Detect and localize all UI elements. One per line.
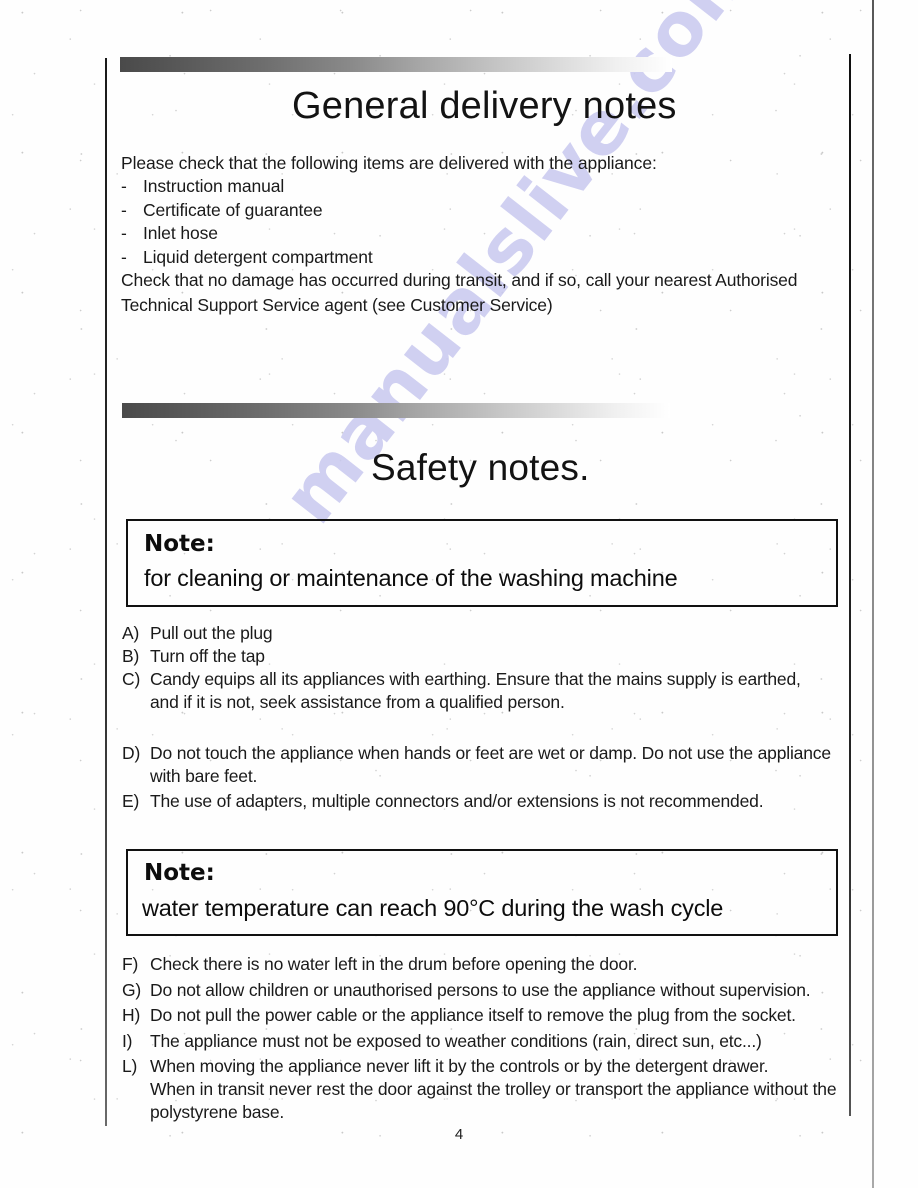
clause-text: Do not touch the appliance when hands or… (150, 742, 847, 788)
clause-text: Do not allow children or unauthorised pe… (150, 979, 811, 1000)
note-body-text: for cleaning or maintenance of the washi… (144, 565, 678, 591)
list-item-label: Instruction manual (143, 176, 285, 196)
clause-marker: D) (122, 743, 141, 763)
clause-text: Candy equips all its appliances with ear… (150, 668, 842, 714)
section-rule-safety (122, 403, 670, 418)
clause-text: Turn off the tap (150, 646, 265, 666)
clause-text: Pull out the plug (150, 623, 273, 643)
dash-bullet: - (121, 223, 127, 244)
list-item: - Certificate of guarantee (121, 199, 373, 223)
page-number: 4 (454, 1126, 464, 1143)
clause-marker: I) (122, 1030, 133, 1051)
heading-safety-notes: Safety notes. (371, 447, 590, 488)
safety-clauses-abc: A) Pull out the plug B) Turn off the tap… (122, 622, 842, 714)
list-item: E) The use of adapters, multiple connect… (122, 790, 847, 813)
note-box-cleaning-maintenance: Note: for cleaning or maintenance of the… (126, 519, 838, 607)
page-edge-line-outer (872, 0, 874, 1188)
clause-line-2: with bare feet. (150, 766, 258, 786)
note-box-water-temperature: Note: water temperature can reach 90°C d… (126, 849, 838, 936)
dash-bullet: - (121, 199, 127, 220)
list-item: F) Check there is no water left in the d… (122, 953, 844, 976)
clause-line-1: Candy equips all its appliances with ear… (150, 669, 801, 689)
list-item-label: Liquid detergent compartment (143, 246, 373, 267)
list-item: I) The appliance must not be exposed to … (122, 1030, 844, 1053)
delivery-closing-paragraph: Check that no damage has occurred during… (121, 270, 798, 315)
clause-marker: H) (122, 1005, 141, 1025)
list-item: - Instruction manual (121, 175, 373, 199)
clause-text: Check there is no water left in the drum… (150, 954, 638, 974)
clause-line-2: When in transit never rest the door agai… (150, 1079, 837, 1122)
list-item: - Liquid detergent compartment (121, 246, 373, 270)
clause-marker: L) (122, 1056, 138, 1076)
list-item: D) Do not touch the appliance when hands… (122, 742, 847, 788)
gradient-fill (122, 403, 670, 418)
list-item-label: Inlet hose (143, 223, 218, 244)
clause-line-1: Do not touch the appliance when hands or… (150, 743, 831, 763)
clause-marker: A) (122, 623, 140, 643)
note-label: Note: (144, 531, 215, 557)
dash-bullet: - (121, 246, 127, 267)
gradient-fill (120, 57, 672, 72)
clause-marker: C) (122, 669, 141, 689)
list-item: C) Candy equips all its appliances with … (122, 668, 842, 714)
clause-marker: B) (122, 646, 140, 666)
list-item: - Inlet hose (121, 222, 373, 246)
clause-line-1: When moving the appliance never lift it … (150, 1056, 769, 1076)
note-body-text: water temperature can reach 90°C during … (142, 895, 724, 921)
clause-text: The appliance must not be exposed to wea… (150, 1030, 762, 1051)
section-rule-delivery (120, 57, 672, 72)
delivery-items-list: - Instruction manual - Certificate of gu… (121, 175, 373, 269)
clause-marker: E) (122, 791, 140, 811)
page-edge-line-left (105, 58, 107, 1126)
list-item-label: Certificate of guarantee (143, 199, 323, 220)
safety-clauses-fl: F) Check there is no water left in the d… (122, 953, 844, 1127)
list-item: G) Do not allow children or unauthorised… (122, 979, 844, 1002)
heading-general-delivery-notes: General delivery notes (292, 85, 677, 127)
list-item: A) Pull out the plug (122, 622, 842, 645)
clause-marker: G) (122, 979, 142, 1000)
scanned-manual-page: manualslive.com General delivery notes P… (0, 0, 918, 1188)
clause-text: The use of adapters, multiple connectors… (150, 791, 764, 811)
note-label: Note: (144, 860, 215, 886)
safety-clauses-de: D) Do not touch the appliance when hands… (122, 742, 847, 815)
list-item: H) Do not pull the power cable or the ap… (122, 1004, 844, 1027)
clause-text: Do not pull the power cable or the appli… (150, 1005, 796, 1025)
clause-text: When moving the appliance never lift it … (150, 1055, 844, 1124)
delivery-intro-text: Please check that the following items ar… (121, 153, 657, 173)
list-item: L) When moving the appliance never lift … (122, 1055, 844, 1124)
list-item: B) Turn off the tap (122, 645, 842, 668)
dash-bullet: - (121, 176, 127, 196)
page-edge-line-right (849, 54, 851, 1116)
clause-line-2: and if it is not, seek assistance from a… (150, 692, 565, 712)
clause-marker: F) (122, 954, 139, 974)
